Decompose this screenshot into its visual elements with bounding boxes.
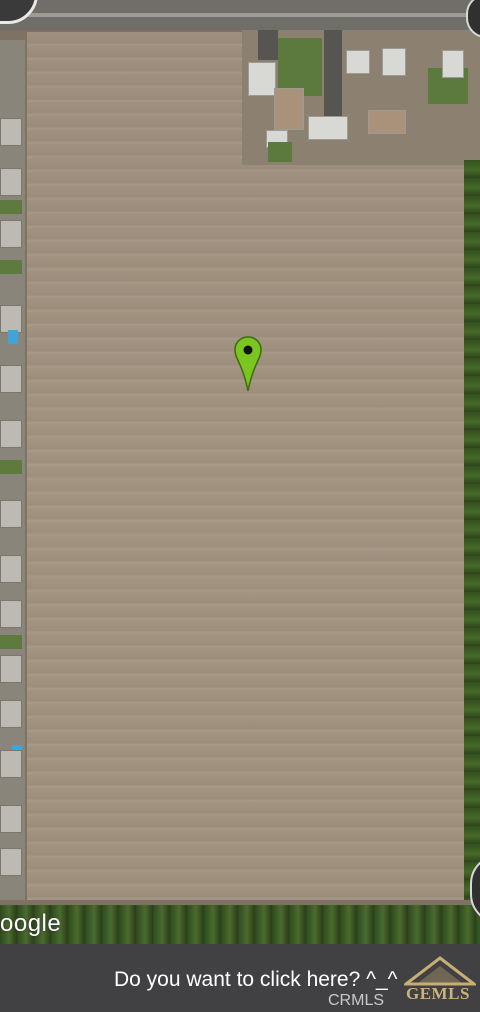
gemls-watermark: GEMLS <box>406 984 470 1003</box>
map-pin-icon[interactable] <box>233 335 263 393</box>
click-prompt[interactable]: Do you want to click here? ^_^ <box>114 968 398 992</box>
satellite-map[interactable]: oogle <box>0 0 480 944</box>
road <box>0 0 480 30</box>
tree-row-south <box>0 905 480 944</box>
crmls-watermark: CRMLS <box>328 992 385 1009</box>
neighborhood-west <box>0 40 25 900</box>
map-attribution: oogle <box>0 910 62 937</box>
tree-row-east <box>464 160 480 900</box>
residential-lot <box>242 30 480 165</box>
